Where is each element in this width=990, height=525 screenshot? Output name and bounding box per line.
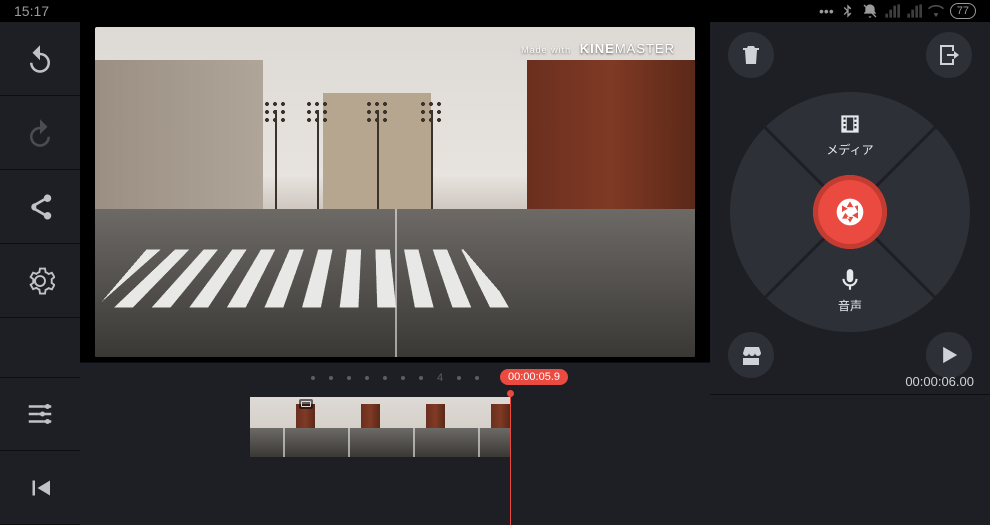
watermark-brand-1: KINE [580,41,615,56]
left-toolbar [0,22,80,525]
media-wheel: メディア レイヤー オーディオ 音声 [730,92,970,332]
playhead[interactable] [510,393,511,525]
timeline-settings-button[interactable] [0,377,80,451]
watermark: Made with KINEMASTER [521,41,675,56]
watermark-prefix: Made with [521,45,571,55]
timeline-settings-icon [25,399,55,429]
jump-start-button[interactable] [0,451,80,525]
total-duration: 00:00:06.00 [905,374,974,389]
wheel-media-label: メディア [826,141,873,158]
undo-button[interactable] [0,22,80,96]
undo-icon [25,44,55,74]
store-button[interactable] [728,332,774,378]
layer-icon [759,429,785,455]
media-icon [837,111,863,137]
preview-frame: Made with KINEMASTER [95,27,695,357]
settings-icon [25,266,55,296]
play-icon [935,341,963,369]
play-button[interactable] [926,332,972,378]
wheel-layer-label: レイヤー [748,459,796,476]
ruler-marker: 4 [437,372,443,384]
wheel-audio-label: オーディオ [898,459,957,476]
timeline-clip[interactable] [445,397,510,457]
timeline-clip[interactable] [380,397,445,457]
store-icon [739,343,763,367]
video-preview[interactable]: Made with KINEMASTER [80,22,710,362]
right-panel: メディア レイヤー オーディオ 音声 00:00:06.00 [710,22,990,525]
timeline-ruler[interactable]: 4 [80,363,710,393]
status-time: 15:17 [14,3,49,19]
microphone-icon [837,267,863,293]
redo-button[interactable] [0,96,80,170]
timeline-clip[interactable] [250,397,315,457]
timeline-clip[interactable] [315,397,380,457]
share-icon [25,192,55,222]
skip-previous-icon [25,473,55,503]
image-icon [299,399,313,409]
watermark-brand-2: MASTER [615,41,675,56]
playhead-time-badge: 00:00:05.9 [500,369,568,385]
share-button[interactable] [0,170,80,244]
wheel-voice-label: 音声 [838,297,862,314]
timeline[interactable]: 4 00:00:05.9 [80,362,710,525]
settings-button[interactable] [0,244,80,318]
redo-icon [25,118,55,148]
audio-icon [915,429,941,455]
timeline-track[interactable] [250,397,510,457]
